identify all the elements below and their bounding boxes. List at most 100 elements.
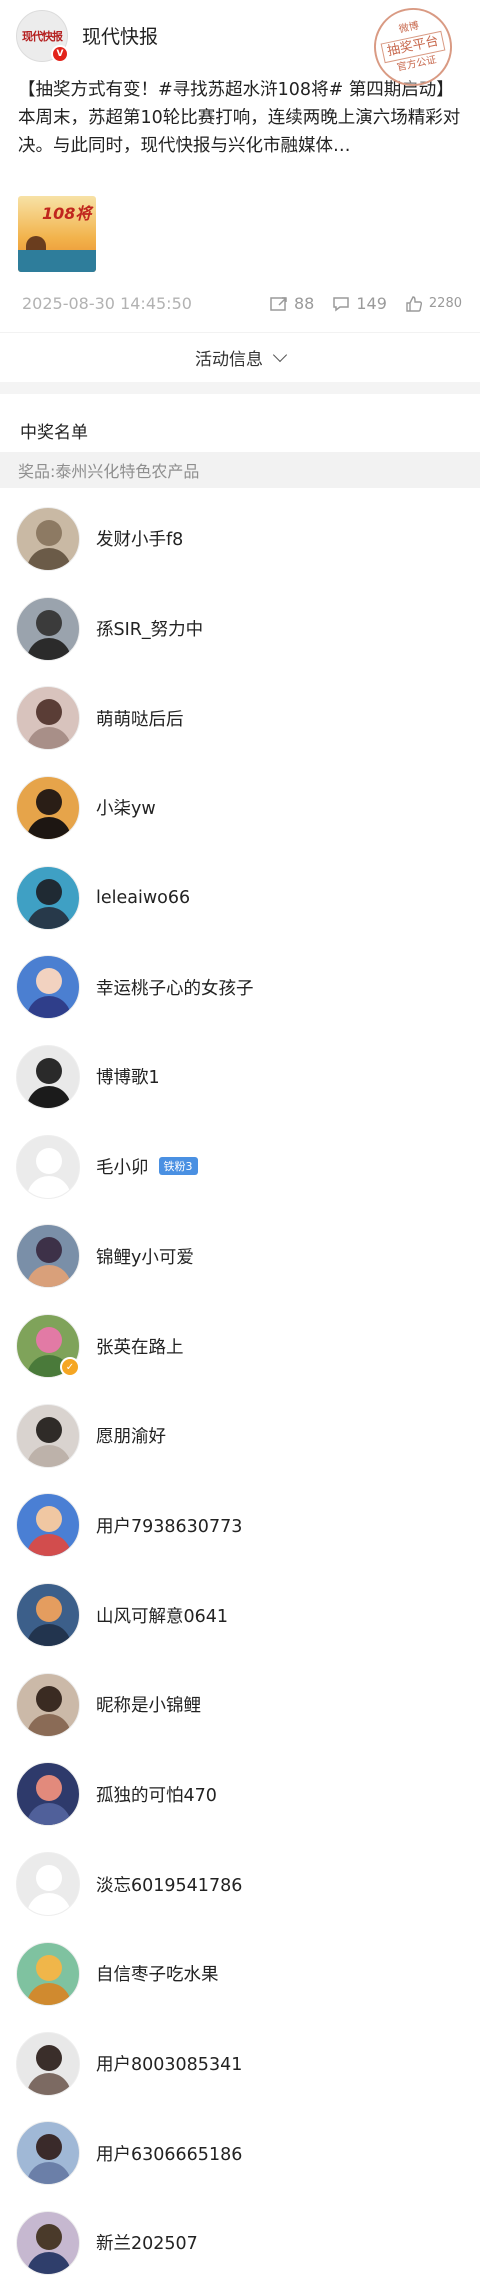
- winner-row[interactable]: 自信枣子吃水果: [0, 1929, 480, 2019]
- winner-row[interactable]: 新兰202507: [0, 2198, 480, 2288]
- winner-name[interactable]: 昵称是小锦鲤: [96, 1692, 201, 1717]
- avatar-body-shape: [27, 1175, 71, 1198]
- winner-row[interactable]: 用户6306665186: [0, 2108, 480, 2198]
- avatar-head-shape: [36, 788, 62, 815]
- winner-name-text: 愿朋渝好: [96, 1427, 166, 1448]
- winner-row[interactable]: 淡忘6019541786: [0, 1839, 480, 1929]
- prize-label: 奖品:泰州兴化特色农产品: [0, 452, 480, 488]
- activity-info-label: 活动信息: [195, 350, 263, 370]
- avatar-head-shape: [36, 1147, 62, 1174]
- account-name[interactable]: 现代快报: [82, 22, 158, 49]
- winner-row[interactable]: 博博歌1: [0, 1032, 480, 1122]
- winner-row[interactable]: 孫SIR_努力中: [0, 584, 480, 674]
- winner-avatar[interactable]: [16, 1044, 80, 1109]
- avatar-body-shape: [27, 1803, 71, 1826]
- winner-name[interactable]: 淡忘6019541786: [96, 1872, 242, 1897]
- winner-row[interactable]: leleaiwo66: [0, 853, 480, 943]
- avatar-body-shape: [27, 1982, 71, 2005]
- winner-avatar[interactable]: [16, 1583, 80, 1648]
- winner-name[interactable]: 锦鲤y小可爱: [96, 1244, 194, 1269]
- winner-avatar[interactable]: [16, 1403, 80, 1468]
- winner-row[interactable]: 萌萌哒后后: [0, 673, 480, 763]
- winner-row[interactable]: 用户7938630773: [0, 1481, 480, 1571]
- winner-name[interactable]: 愿朋渝好: [96, 1423, 166, 1448]
- winner-name[interactable]: 张英在路上: [96, 1334, 184, 1359]
- avatar-head-shape: [36, 2134, 62, 2161]
- winner-row[interactable]: 愿朋渝好: [0, 1391, 480, 1481]
- winner-avatar[interactable]: [16, 1134, 80, 1199]
- winner-avatar[interactable]: [16, 2031, 80, 2096]
- avatar-body-shape: [27, 2162, 71, 2185]
- winner-avatar[interactable]: [16, 1852, 80, 1917]
- winner-name-text: 幸运桃子心的女孩子: [96, 978, 254, 999]
- verified-badge-icon: V: [51, 45, 69, 63]
- account-avatar[interactable]: 现代快报 V: [16, 10, 69, 63]
- winner-name[interactable]: leleaiwo66: [96, 888, 190, 908]
- winner-avatar[interactable]: [16, 1224, 80, 1289]
- winner-avatar[interactable]: [16, 865, 80, 930]
- winner-avatar[interactable]: [16, 596, 80, 661]
- winner-avatar[interactable]: [16, 1493, 80, 1558]
- winner-name[interactable]: 用户7938630773: [96, 1513, 242, 1538]
- winner-avatar[interactable]: [16, 955, 80, 1020]
- verified-badge-icon: ✓: [60, 1357, 80, 1378]
- winner-avatar[interactable]: [16, 2210, 80, 2275]
- winner-row[interactable]: 昵称是小锦鲤: [0, 1660, 480, 1750]
- winner-name[interactable]: 新兰202507: [96, 2230, 198, 2255]
- post-text[interactable]: 【抽奖方式有变！#寻找苏超水浒108将# 第四期启动】本周末，苏超第10轮比赛打…: [0, 70, 480, 188]
- winner-name[interactable]: 博博歌1: [96, 1064, 160, 1089]
- comment-button[interactable]: 149: [332, 294, 387, 313]
- avatar-body-shape: [27, 1624, 71, 1647]
- winner-row[interactable]: 毛小卯 铁粉3: [0, 1122, 480, 1212]
- winner-row[interactable]: 山风可解意0641: [0, 1570, 480, 1660]
- winner-name[interactable]: 孤独的可怕470: [96, 1782, 217, 1807]
- winner-name[interactable]: 萌萌哒后后: [96, 706, 184, 731]
- thumb-title: 108将: [42, 204, 92, 223]
- avatar-head-shape: [36, 878, 62, 905]
- avatar-body-shape: [27, 727, 71, 750]
- winner-row[interactable]: 小柒yw: [0, 763, 480, 853]
- winner-row[interactable]: ✓ 张英在路上: [0, 1301, 480, 1391]
- avatar-body-shape: [27, 637, 71, 660]
- winner-name[interactable]: 用户8003085341: [96, 2051, 242, 2076]
- avatar-head-shape: [36, 2223, 62, 2250]
- winner-name[interactable]: 自信枣子吃水果: [96, 1961, 219, 1986]
- winner-name-text: 用户6306665186: [96, 2144, 243, 2165]
- comment-icon: [333, 296, 350, 311]
- winner-name-text: 山风可解意0641: [96, 1606, 229, 1627]
- like-button[interactable]: 2280: [405, 295, 462, 312]
- thumbs-up-icon: [406, 295, 422, 312]
- winner-name-text: 小柒yw: [96, 799, 156, 820]
- avatar-head-shape: [36, 1775, 62, 1802]
- winner-name[interactable]: 孫SIR_努力中: [96, 616, 203, 641]
- winner-name[interactable]: 发财小手f8: [96, 526, 183, 551]
- winner-avatar[interactable]: [16, 2121, 80, 2186]
- winner-name[interactable]: 幸运桃子心的女孩子: [96, 975, 254, 1000]
- winner-name[interactable]: 用户6306665186: [96, 2141, 242, 2166]
- activity-info-toggle[interactable]: 活动信息: [0, 332, 480, 382]
- winner-row[interactable]: 孤独的可怕470: [0, 1750, 480, 1840]
- winner-row[interactable]: 锦鲤y小可爱: [0, 1212, 480, 1302]
- winner-name[interactable]: 小柒yw: [96, 795, 156, 820]
- avatar-body-shape: [27, 996, 71, 1019]
- post-thumbnail-image[interactable]: 108将: [18, 196, 96, 272]
- winner-name-text: 用户7938630773: [96, 1516, 243, 1537]
- winner-avatar[interactable]: [16, 775, 80, 840]
- repost-button[interactable]: 88: [270, 294, 314, 313]
- winner-row[interactable]: 发财小手f8: [0, 494, 480, 584]
- repost-icon: [270, 296, 287, 311]
- like-count: 2280: [428, 296, 462, 311]
- winner-row[interactable]: 幸运桃子心的女孩子: [0, 942, 480, 1032]
- winner-avatar[interactable]: [16, 1941, 80, 2006]
- winner-avatar[interactable]: [16, 1762, 80, 1827]
- winner-name[interactable]: 山风可解意0641: [96, 1603, 228, 1628]
- winner-avatar[interactable]: [16, 686, 80, 751]
- winner-row[interactable]: 用户8003085341: [0, 2019, 480, 2109]
- avatar-head-shape: [36, 1506, 62, 1533]
- avatar-body-shape: [27, 816, 71, 839]
- winner-avatar[interactable]: [16, 506, 80, 571]
- avatar-body-shape: [27, 2072, 71, 2095]
- winner-name[interactable]: 毛小卯 铁粉3: [96, 1154, 198, 1179]
- winner-avatar[interactable]: [16, 1672, 80, 1737]
- fan-badge: 铁粉3: [158, 1157, 198, 1176]
